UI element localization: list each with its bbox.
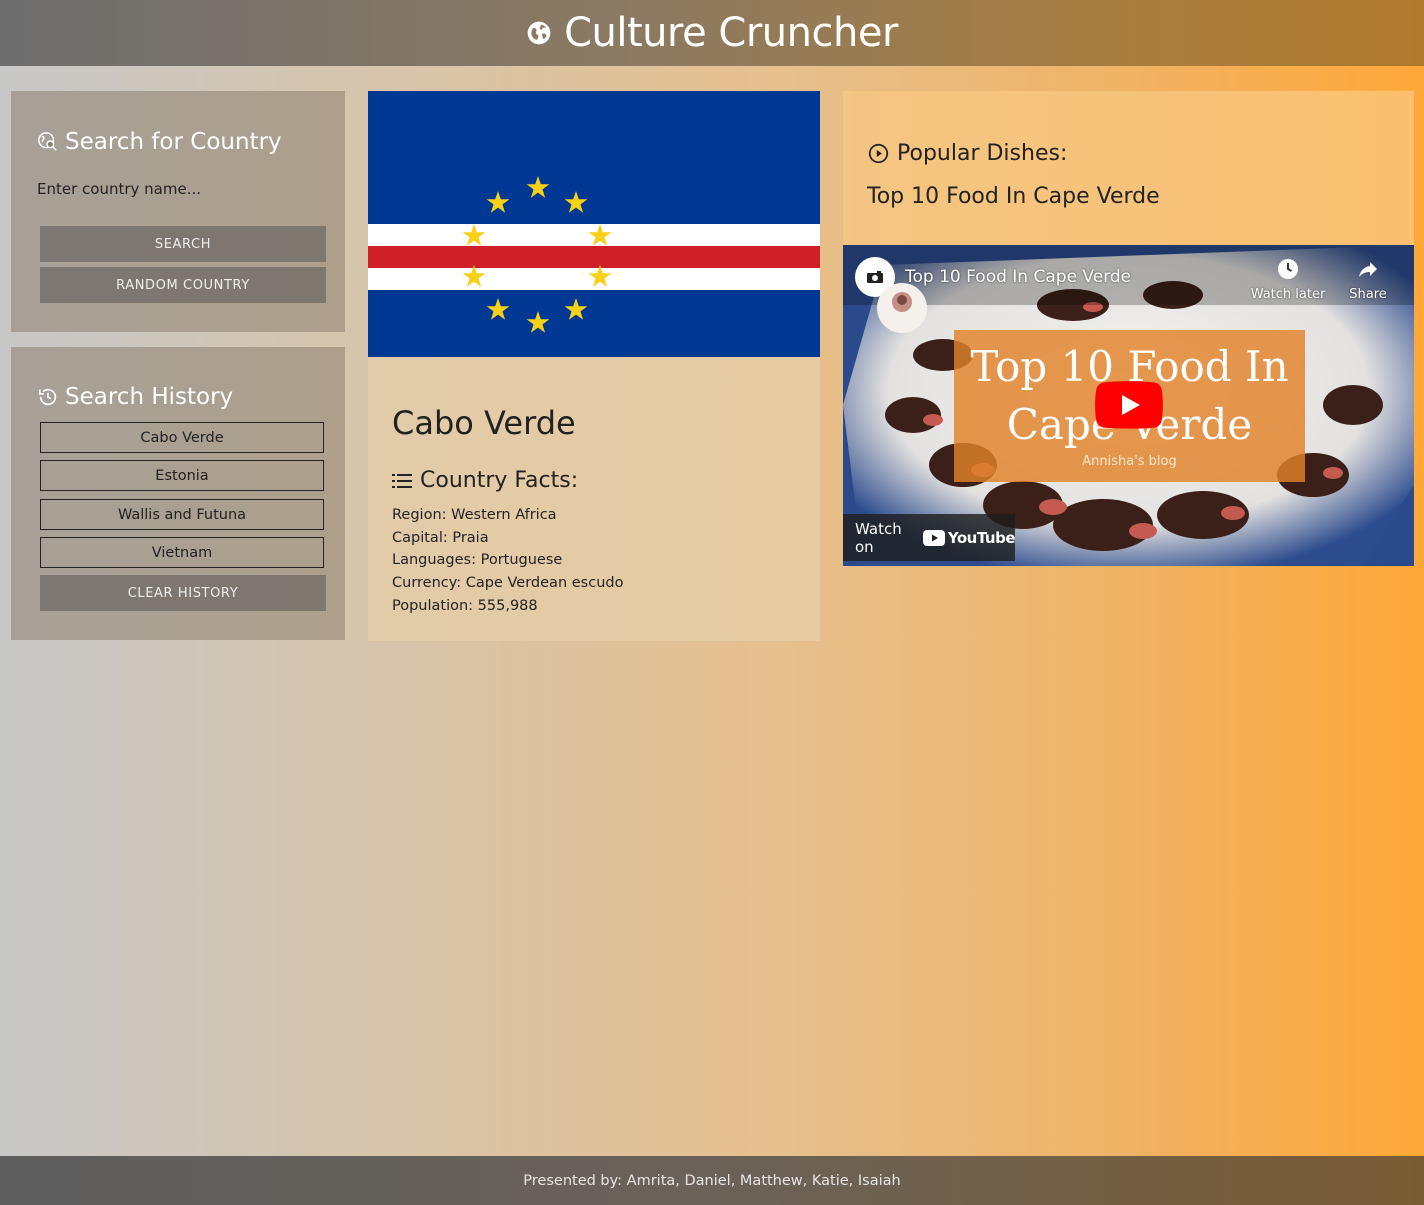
flag-white-stripe-bottom	[368, 268, 820, 290]
search-heading-label: Search for Country	[65, 129, 282, 155]
app-title: Culture Cruncher	[564, 10, 898, 56]
country-search-input[interactable]	[37, 178, 317, 200]
history-item-estonia[interactable]: Estonia	[40, 460, 324, 491]
youtube-logo: YouTube	[922, 528, 1016, 547]
search-panel: Search for Country SEARCH RANDOM COUNTRY	[11, 91, 345, 332]
country-flag	[368, 91, 820, 357]
page-footer: Presented by: Amrita, Daniel, Matthew, K…	[0, 1156, 1424, 1205]
history-heading-label: Search History	[65, 384, 234, 410]
country-facts-list: Region: Western Africa Capital: Praia La…	[392, 504, 623, 618]
app-header: Culture Cruncher	[0, 0, 1424, 66]
flag-red-stripe	[368, 246, 820, 268]
play-button-icon[interactable]	[1095, 381, 1163, 429]
history-item-vietnam[interactable]: Vietnam	[40, 537, 324, 568]
watch-on-label: Watch on	[855, 519, 902, 556]
history-item-wallis-and-futuna[interactable]: Wallis and Futuna	[40, 499, 324, 530]
fact-region: Region: Western Africa	[392, 507, 557, 523]
watch-later-button[interactable]: Watch later	[1248, 257, 1328, 302]
popular-dishes-label: Popular Dishes:	[897, 141, 1068, 166]
youtube-logo-text: YouTube	[947, 528, 1016, 547]
country-card: Cabo Verde Country Facts: Region: Wester…	[368, 91, 820, 641]
history-item-cabo-verde[interactable]: Cabo Verde	[40, 422, 324, 453]
camera-icon	[867, 271, 883, 283]
country-name: Cabo Verde	[392, 404, 576, 442]
fact-capital: Capital: Praia	[392, 529, 489, 546]
play-circle-icon	[868, 143, 889, 164]
country-facts-heading: Country Facts:	[392, 468, 578, 493]
search-button[interactable]: SEARCH	[40, 226, 326, 262]
thumbnail-subtitle: Annisha's blog	[1082, 454, 1177, 469]
random-country-button[interactable]: RANDOM COUNTRY	[40, 267, 326, 303]
globe-search-icon	[38, 132, 57, 151]
search-history-panel: Search History Cabo Verde Estonia Wallis…	[11, 347, 345, 640]
share-label: Share	[1349, 287, 1387, 302]
history-icon	[38, 388, 57, 406]
history-heading: Search History	[37, 384, 233, 410]
share-arrow-icon	[1359, 262, 1377, 277]
footer-credits: Presented by: Amrita, Daniel, Matthew, K…	[523, 1172, 901, 1189]
list-icon	[392, 473, 412, 488]
channel-portrait	[892, 292, 912, 312]
video-title-text: Top 10 Food In Cape Verde	[867, 184, 1160, 209]
fact-population: Population: 555,988	[392, 597, 538, 614]
globe-icon	[527, 21, 551, 45]
youtube-logo-icon	[922, 529, 945, 546]
share-button[interactable]: Share	[1328, 257, 1408, 302]
fact-languages: Languages: Portuguese	[392, 552, 563, 569]
watch-later-label: Watch later	[1250, 287, 1326, 302]
video-overlay-title[interactable]: Top 10 Food In Cape Verde	[905, 267, 1131, 287]
youtube-embed[interactable]: Top 10 Food In Cape Verde Watch later Sh…	[843, 245, 1414, 566]
popular-dishes-heading: Popular Dishes:	[868, 141, 1067, 166]
title-wrap: Culture Cruncher	[526, 10, 898, 56]
search-heading: Search for Country	[37, 129, 282, 155]
fact-currency: Currency: Cape Verdean escudo	[392, 575, 624, 592]
dishes-card: Popular Dishes: Top 10 Food In Cape Verd…	[843, 91, 1414, 245]
watch-on-youtube-button[interactable]: Watch on YouTube	[843, 514, 1016, 561]
channel-logo	[877, 283, 927, 333]
clock-icon	[1278, 259, 1298, 279]
clear-history-button[interactable]: CLEAR HISTORY	[40, 575, 326, 611]
country-facts-label: Country Facts:	[420, 468, 579, 493]
